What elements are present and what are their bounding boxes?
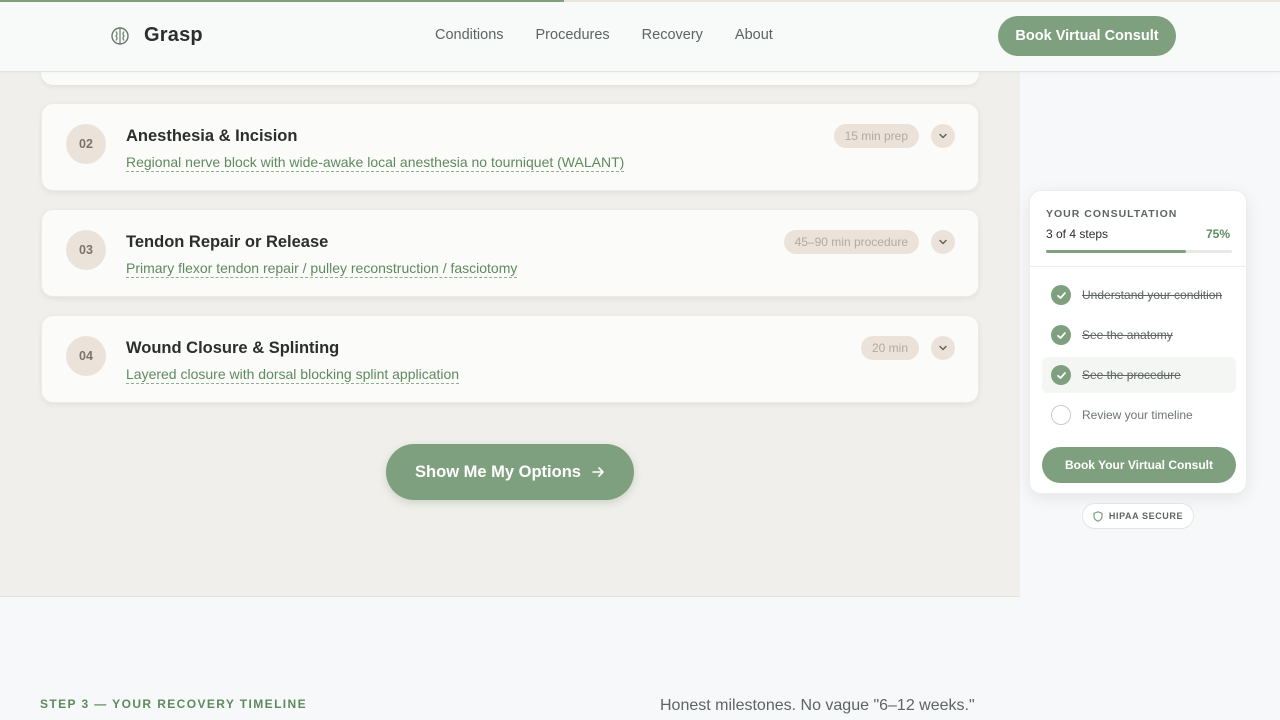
procedure-steps-panel: 02 Anesthesia & Incision Regional nerve …	[0, 72, 1020, 597]
step-card-03[interactable]: 03 Tendon Repair or Release Primary flex…	[41, 209, 979, 297]
step-title: Anesthesia & Incision	[126, 127, 298, 145]
consultation-progress-card: YOUR CONSULTATION 3 of 4 steps 75% Under…	[1029, 190, 1248, 494]
checklist-item-see-procedure[interactable]: See the procedure	[1042, 357, 1236, 393]
step-title: Tendon Repair or Release	[126, 233, 329, 251]
step-description-link[interactable]: Layered closure with dorsal blocking spl…	[126, 366, 460, 384]
expand-button[interactable]	[931, 230, 955, 254]
step-description-link[interactable]: Primary flexor tendon repair / pulley re…	[126, 260, 518, 278]
recovery-section-eyebrow: STEP 3 — YOUR RECOVERY TIMELINE	[40, 697, 308, 711]
brand-name: Grasp	[144, 24, 203, 46]
step-description-link[interactable]: Regional nerve block with wide-awake loc…	[126, 154, 625, 172]
checklist-item-label: See the anatomy	[1082, 328, 1173, 342]
expand-button[interactable]	[931, 336, 955, 360]
show-options-button[interactable]: Show Me My Options	[386, 444, 634, 500]
chevron-down-icon	[939, 133, 947, 139]
step-card-02[interactable]: 02 Anesthesia & Incision Regional nerve …	[41, 103, 979, 191]
check-circle-icon	[1051, 285, 1071, 305]
scroll-progress-fill	[0, 0, 564, 2]
book-your-consult-button[interactable]: Book Your Virtual Consult	[1042, 447, 1236, 483]
empty-circle-icon	[1051, 405, 1071, 425]
step-card-01-remnant	[41, 72, 979, 85]
check-circle-icon	[1051, 365, 1071, 385]
scroll-progress-track	[564, 0, 1280, 2]
chevron-down-icon	[939, 345, 947, 351]
checklist-item-see-anatomy[interactable]: See the anatomy	[1042, 317, 1236, 353]
hipaa-label: HIPAA SECURE	[1108, 511, 1184, 521]
shield-icon	[1093, 510, 1103, 522]
checklist-item-understand-condition[interactable]: Understand your condition	[1042, 277, 1236, 313]
checklist-item-label: See the procedure	[1082, 368, 1181, 382]
expand-button[interactable]	[931, 124, 955, 148]
step-card-04[interactable]: 04 Wound Closure & Splinting Layered clo…	[41, 315, 979, 403]
consultation-checklist: Understand your condition See the anatom…	[1042, 277, 1236, 437]
consultation-step-count: 3 of 4 steps	[1046, 227, 1109, 241]
consultation-progress-fill	[1046, 250, 1186, 253]
step-title: Wound Closure & Splinting	[126, 339, 340, 357]
duration-badge: 45–90 min procedure	[783, 230, 919, 254]
checklist-item-label: Understand your condition	[1082, 288, 1223, 302]
checklist-item-label: Review your timeline	[1082, 408, 1193, 422]
book-consult-button[interactable]: Book Virtual Consult	[998, 16, 1176, 56]
main-nav: Conditions Procedures Recovery About	[435, 27, 773, 43]
step-number: 04	[66, 336, 106, 376]
step-number: 02	[66, 124, 106, 164]
brain-icon	[111, 26, 129, 45]
checklist-item-review-timeline[interactable]: Review your timeline	[1042, 397, 1236, 433]
hipaa-secure-badge: HIPAA SECURE	[1082, 503, 1194, 529]
duration-badge: 20 min	[860, 336, 919, 360]
step-number: 03	[66, 230, 106, 270]
consultation-percent: 75%	[1205, 227, 1230, 241]
check-circle-icon	[1051, 325, 1071, 345]
consultation-eyebrow: YOUR CONSULTATION	[1046, 208, 1178, 220]
nav-about[interactable]: About	[735, 27, 773, 43]
consultation-progress-bar	[1046, 250, 1232, 253]
recovery-section-tagline: Honest milestones. No vague "6–12 weeks.…	[660, 697, 975, 714]
duration-badge: 15 min prep	[833, 124, 919, 148]
nav-recovery[interactable]: Recovery	[642, 27, 703, 43]
divider	[1030, 266, 1248, 267]
arrow-right-icon	[592, 467, 604, 477]
chevron-down-icon	[939, 239, 947, 245]
nav-conditions[interactable]: Conditions	[435, 27, 504, 43]
brand-logo[interactable]: Grasp	[110, 24, 203, 47]
nav-procedures[interactable]: Procedures	[536, 27, 610, 43]
show-options-label: Show Me My Options	[415, 462, 581, 481]
site-header: Grasp Conditions Procedures Recovery Abo…	[0, 0, 1280, 72]
